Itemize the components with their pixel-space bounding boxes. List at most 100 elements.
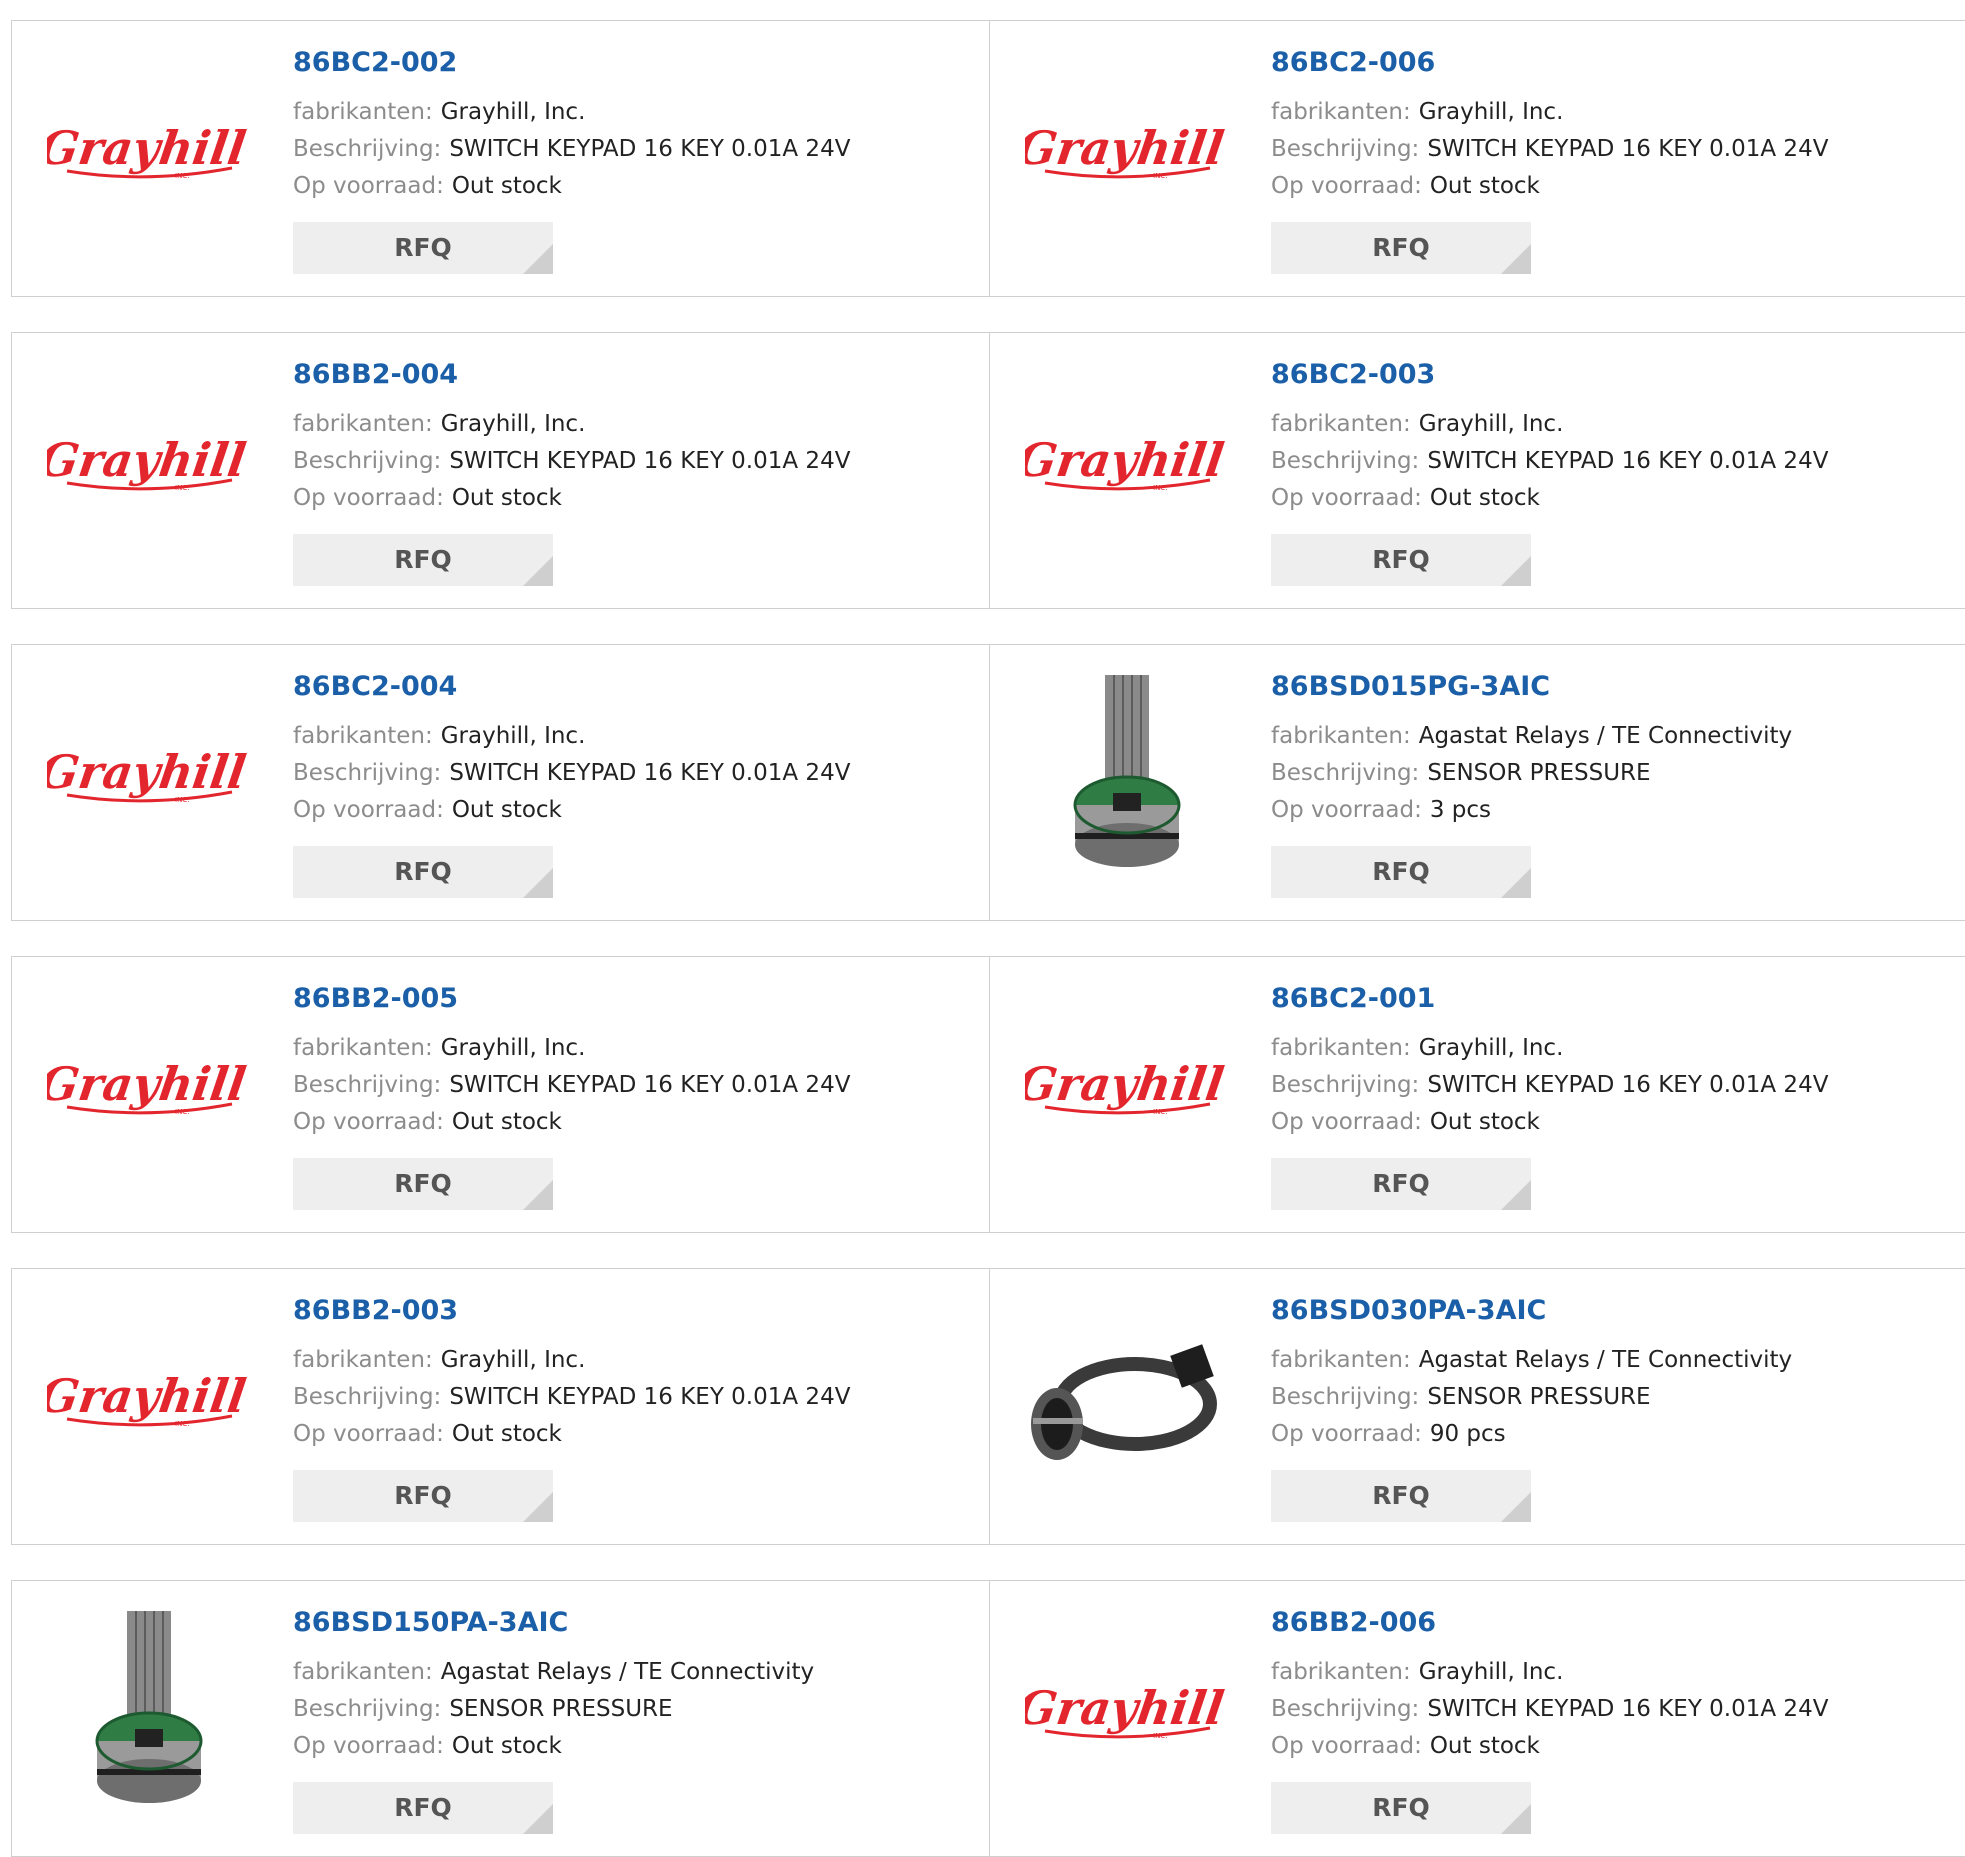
manufacturer-value: Agastat Relays / TE Connectivity xyxy=(1418,1347,1793,1373)
rfq-button[interactable]: RFQ xyxy=(1271,846,1531,898)
stock-value: Out stock xyxy=(451,485,562,511)
svg-text:INC.: INC. xyxy=(1153,172,1167,180)
product-image[interactable]: Grayhill INC. xyxy=(47,987,247,1197)
product-title-link[interactable]: 86BB2-006 xyxy=(1271,1609,1828,1636)
rfq-button[interactable]: RFQ xyxy=(1271,222,1531,274)
svg-text:Grayhill: Grayhill xyxy=(1025,121,1225,175)
stock-row: Op voorraad: 90 pcs xyxy=(1271,1416,1792,1453)
description-label: Beschrijving: xyxy=(1271,1696,1420,1722)
description-label: Beschrijving: xyxy=(293,1696,442,1722)
product-title-link[interactable]: 86BC2-004 xyxy=(293,673,850,700)
product-info: 86BC2-001 fabrikanten: Grayhill, Inc. Bes… xyxy=(1271,985,1828,1141)
product-title-link[interactable]: 86BC2-003 xyxy=(1271,361,1828,388)
product-info: 86BB2-004 fabrikanten: Grayhill, Inc. Bes… xyxy=(293,361,850,517)
manufacturer-row: fabrikanten: Grayhill, Inc. xyxy=(293,718,850,755)
product-card: 86BSD030PA-3AIC fabrikanten: Agastat Rela… xyxy=(990,1269,1965,1544)
rfq-button[interactable]: RFQ xyxy=(1271,1470,1531,1522)
product-title-link[interactable]: 86BSD015PG-3AIC xyxy=(1271,673,1792,700)
grayhill-logo-icon: Grayhill INC. xyxy=(1025,1681,1225,1740)
manufacturer-label: fabrikanten: xyxy=(293,723,433,749)
description-value: SWITCH KEYPAD 16 KEY 0.01A 24V xyxy=(449,1384,851,1410)
description-value: SWITCH KEYPAD 16 KEY 0.01A 24V xyxy=(1427,1072,1829,1098)
description-row: Beschrijving: SWITCH KEYPAD 16 KEY 0.01A … xyxy=(1271,443,1828,480)
rfq-button[interactable]: RFQ xyxy=(293,222,553,274)
product-title-link[interactable]: 86BC2-001 xyxy=(1271,985,1828,1012)
product-image[interactable]: Grayhill INC. xyxy=(47,363,247,573)
stock-value: Out stock xyxy=(451,1421,562,1447)
product-image[interactable]: Grayhill INC. xyxy=(1025,987,1225,1197)
description-value: SWITCH KEYPAD 16 KEY 0.01A 24V xyxy=(449,760,851,786)
description-value: SENSOR PRESSURE xyxy=(1427,1384,1651,1410)
stock-label: Op voorraad: xyxy=(1271,1109,1422,1135)
stock-row: Op voorraad: Out stock xyxy=(293,792,850,829)
rfq-button[interactable]: RFQ xyxy=(293,534,553,586)
manufacturer-label: fabrikanten: xyxy=(293,1347,433,1373)
stock-row: Op voorraad: Out stock xyxy=(293,1728,814,1765)
product-image[interactable]: Grayhill INC. xyxy=(1025,1611,1225,1821)
rfq-button[interactable]: RFQ xyxy=(1271,1158,1531,1210)
description-value: SWITCH KEYPAD 16 KEY 0.01A 24V xyxy=(449,136,851,162)
rfq-button[interactable]: RFQ xyxy=(1271,534,1531,586)
product-image[interactable]: Grayhill INC. xyxy=(1025,51,1225,261)
product-card: 86BSD150PA-3AIC fabrikanten: Agastat Rela… xyxy=(12,1581,990,1856)
product-title-link[interactable]: 86BB2-005 xyxy=(293,985,850,1012)
product-info: 86BSD030PA-3AIC fabrikanten: Agastat Rela… xyxy=(1271,1297,1792,1453)
product-info: 86BC2-002 fabrikanten: Grayhill, Inc. Bes… xyxy=(293,49,850,205)
svg-text:Grayhill: Grayhill xyxy=(1025,1681,1225,1735)
manufacturer-row: fabrikanten: Grayhill, Inc. xyxy=(1271,1654,1828,1691)
product-image[interactable] xyxy=(1025,1299,1225,1509)
manufacturer-value: Grayhill, Inc. xyxy=(1418,99,1564,125)
grayhill-logo-icon: Grayhill INC. xyxy=(47,1369,247,1428)
stock-value: Out stock xyxy=(1429,173,1540,199)
description-row: Beschrijving: SWITCH KEYPAD 16 KEY 0.01A … xyxy=(293,1067,850,1104)
product-card: Grayhill INC. 86BC2-006 fabrikanten: Gray… xyxy=(990,21,1965,296)
product-image[interactable]: Grayhill INC. xyxy=(47,675,247,885)
description-row: Beschrijving: SWITCH KEYPAD 16 KEY 0.01A … xyxy=(293,755,850,792)
product-title-link[interactable]: 86BSD150PA-3AIC xyxy=(293,1609,814,1636)
svg-text:INC.: INC. xyxy=(1153,1732,1167,1740)
rfq-button[interactable]: RFQ xyxy=(293,1782,553,1834)
product-title-link[interactable]: 86BC2-006 xyxy=(1271,49,1828,76)
svg-text:Grayhill: Grayhill xyxy=(47,433,247,487)
description-label: Beschrijving: xyxy=(1271,136,1420,162)
product-title-link[interactable]: 86BC2-002 xyxy=(293,49,850,76)
product-image[interactable] xyxy=(47,1611,247,1821)
manufacturer-label: fabrikanten: xyxy=(293,99,433,125)
description-label: Beschrijving: xyxy=(293,760,442,786)
product-image[interactable]: Grayhill INC. xyxy=(1025,363,1225,573)
product-card: Grayhill INC. 86BC2-001 fabrikanten: Gray… xyxy=(990,957,1965,1232)
manufacturer-label: fabrikanten: xyxy=(1271,723,1411,749)
stock-label: Op voorraad: xyxy=(293,1733,444,1759)
stock-label: Op voorraad: xyxy=(1271,173,1422,199)
description-label: Beschrijving: xyxy=(293,1384,442,1410)
stock-label: Op voorraad: xyxy=(1271,485,1422,511)
stock-label: Op voorraad: xyxy=(1271,1421,1422,1447)
stock-label: Op voorraad: xyxy=(293,1109,444,1135)
manufacturer-row: fabrikanten: Grayhill, Inc. xyxy=(293,406,850,443)
description-row: Beschrijving: SENSOR PRESSURE xyxy=(293,1691,814,1728)
manufacturer-row: fabrikanten: Grayhill, Inc. xyxy=(293,1342,850,1379)
rfq-label: RFQ xyxy=(1372,1169,1430,1198)
rfq-button[interactable]: RFQ xyxy=(1271,1782,1531,1834)
grayhill-logo-icon: Grayhill INC. xyxy=(47,121,247,180)
manufacturer-label: fabrikanten: xyxy=(293,1659,433,1685)
stock-row: Op voorraad: Out stock xyxy=(293,480,850,517)
product-image[interactable]: Grayhill INC. xyxy=(47,51,247,261)
product-row: Grayhill INC. 86BC2-002 fabrikanten: Gray… xyxy=(11,20,1965,297)
manufacturer-label: fabrikanten: xyxy=(1271,1659,1411,1685)
rfq-button[interactable]: RFQ xyxy=(293,846,553,898)
manufacturer-row: fabrikanten: Grayhill, Inc. xyxy=(293,94,850,131)
description-label: Beschrijving: xyxy=(293,448,442,474)
product-title-link[interactable]: 86BSD030PA-3AIC xyxy=(1271,1297,1792,1324)
rfq-button[interactable]: RFQ xyxy=(293,1158,553,1210)
stock-value: Out stock xyxy=(1429,485,1540,511)
product-title-link[interactable]: 86BB2-004 xyxy=(293,361,850,388)
manufacturer-label: fabrikanten: xyxy=(293,1035,433,1061)
product-image[interactable] xyxy=(1025,675,1225,885)
product-image[interactable]: Grayhill INC. xyxy=(47,1299,247,1509)
rfq-button[interactable]: RFQ xyxy=(293,1470,553,1522)
product-title-link[interactable]: 86BB2-003 xyxy=(293,1297,850,1324)
svg-text:Grayhill: Grayhill xyxy=(47,121,247,175)
svg-text:INC.: INC. xyxy=(175,796,189,804)
description-label: Beschrijving: xyxy=(1271,1384,1420,1410)
